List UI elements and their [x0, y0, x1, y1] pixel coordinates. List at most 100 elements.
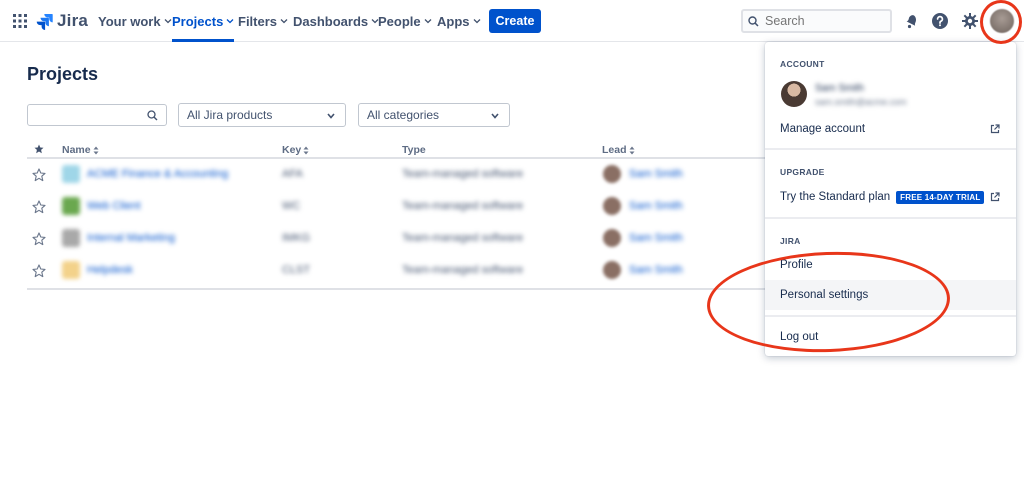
nav-your-work[interactable]: Your work: [98, 0, 172, 42]
table-row[interactable]: Internal Marketing IMKG Team-managed sof…: [27, 224, 767, 256]
table-header-divider: [27, 157, 767, 159]
nav-filters[interactable]: Filters: [238, 0, 288, 42]
project-type: Team-managed software: [402, 200, 524, 212]
jira-logo[interactable]: Jira: [36, 11, 88, 31]
personal-settings-link[interactable]: Personal settings: [765, 280, 1016, 310]
menu-item-label: Manage account: [780, 123, 866, 135]
star-icon[interactable]: [32, 264, 46, 278]
project-key: WC: [282, 200, 301, 212]
profile-avatar[interactable]: [990, 9, 1014, 33]
category-filter-select[interactable]: All categories: [358, 103, 510, 127]
jira-logo-icon: [36, 13, 53, 30]
nav-label: People: [378, 13, 421, 29]
star-icon[interactable]: [32, 232, 46, 246]
category-filter-value: All categories: [367, 108, 440, 122]
menu-item-label: Personal settings: [780, 289, 869, 301]
lead-avatar: [603, 229, 621, 247]
project-type: Team-managed software: [402, 168, 524, 180]
page-title: Projects: [27, 64, 99, 84]
column-header-key[interactable]: Key: [282, 144, 309, 156]
chevron-down-icon: [280, 19, 288, 24]
table-row[interactable]: Web Client WC Team-managed software Sam …: [27, 192, 767, 224]
menu-divider: [765, 315, 1016, 317]
menu-divider: [765, 148, 1016, 150]
chevron-down-icon: [164, 19, 172, 24]
nav-dashboards[interactable]: Dashboards: [293, 0, 379, 42]
lead-name-link[interactable]: Sam Smith: [629, 168, 683, 180]
project-type: Team-managed software: [402, 232, 524, 244]
search-box[interactable]: [741, 9, 892, 33]
star-icon[interactable]: [32, 200, 46, 214]
project-type: Team-managed software: [402, 264, 524, 276]
sort-icon: [629, 146, 635, 154]
star-column-icon: [34, 144, 44, 154]
lead-avatar: [603, 197, 621, 215]
nav-label: Apps: [437, 13, 470, 29]
chevron-down-icon: [327, 113, 335, 119]
star-icon[interactable]: [32, 168, 46, 182]
profile-link[interactable]: Profile: [765, 250, 1016, 280]
project-key: CLST: [282, 264, 311, 276]
nav-projects[interactable]: Projects: [172, 0, 235, 42]
nav-label: Projects: [172, 13, 224, 29]
project-avatar: [62, 197, 80, 215]
column-header-name[interactable]: Name: [62, 144, 99, 156]
column-header-label: Key: [282, 144, 302, 156]
search-icon: [147, 110, 158, 121]
project-key: IMKG: [282, 232, 311, 244]
section-heading-jira: JIRA: [780, 236, 801, 246]
settings-gear-icon[interactable]: [961, 12, 979, 30]
search-icon: [748, 15, 759, 27]
column-header-lead[interactable]: Lead: [602, 144, 635, 156]
nav-apps[interactable]: Apps: [437, 0, 481, 42]
chevron-down-icon: [491, 113, 499, 119]
project-avatar: [62, 229, 80, 247]
search-input[interactable]: [765, 14, 875, 28]
help-icon[interactable]: [931, 12, 949, 30]
menu-item-label: Profile: [780, 259, 813, 271]
menu-item-label: Log out: [780, 331, 819, 343]
manage-account-link[interactable]: Manage account: [765, 114, 1016, 144]
nav-label: Your work: [98, 13, 161, 29]
table-bottom-divider: [27, 288, 767, 290]
try-standard-plan-link[interactable]: Try the Standard plan FREE 14-DAY TRIAL: [765, 182, 1016, 212]
product-filter-value: All Jira products: [187, 108, 273, 122]
create-button[interactable]: Create: [489, 9, 541, 33]
project-name-link[interactable]: Web Client: [87, 200, 141, 212]
app-name: Jira: [57, 11, 89, 30]
project-name-link[interactable]: Internal Marketing: [87, 232, 175, 244]
project-avatar: [62, 165, 80, 183]
app-switcher-icon[interactable]: [12, 13, 28, 29]
project-name-link[interactable]: Helpdesk: [87, 264, 133, 276]
sort-icon: [93, 146, 99, 154]
nav-people[interactable]: People: [378, 0, 432, 42]
external-link-icon: [990, 192, 1000, 202]
column-header-label: Lead: [602, 144, 627, 156]
column-header-type: Type: [402, 144, 426, 156]
lead-name-link[interactable]: Sam Smith: [629, 200, 683, 212]
log-out-link[interactable]: Log out: [765, 322, 1016, 352]
lead-avatar: [603, 261, 621, 279]
lead-name-link[interactable]: Sam Smith: [629, 264, 683, 276]
column-header-label: Name: [62, 144, 91, 156]
product-filter-select[interactable]: All Jira products: [178, 103, 346, 127]
menu-item-label: Try the Standard plan: [780, 191, 891, 203]
table-row[interactable]: Helpdesk CLST Team-managed software Sam …: [27, 256, 767, 288]
chevron-down-icon: [226, 19, 234, 24]
sort-icon: [303, 146, 309, 154]
project-key: AFA: [282, 168, 303, 180]
table-row[interactable]: ACME Finance & Accounting AFA Team-manag…: [27, 160, 767, 192]
chevron-down-icon: [424, 19, 432, 24]
lead-name-link[interactable]: Sam Smith: [629, 232, 683, 244]
lead-avatar: [603, 165, 621, 183]
user-email: sam.smith@acme.com: [815, 97, 907, 107]
project-search-input[interactable]: [27, 104, 167, 126]
external-link-icon: [990, 124, 1000, 134]
nav-label: Filters: [238, 13, 278, 29]
column-header-label: Type: [402, 144, 426, 156]
menu-divider: [765, 217, 1016, 219]
project-avatar: [62, 261, 80, 279]
top-navigation: Jira Your work Projects Filters Dashboar…: [0, 0, 1024, 42]
project-name-link[interactable]: ACME Finance & Accounting: [87, 168, 228, 180]
notifications-icon[interactable]: [901, 12, 919, 30]
